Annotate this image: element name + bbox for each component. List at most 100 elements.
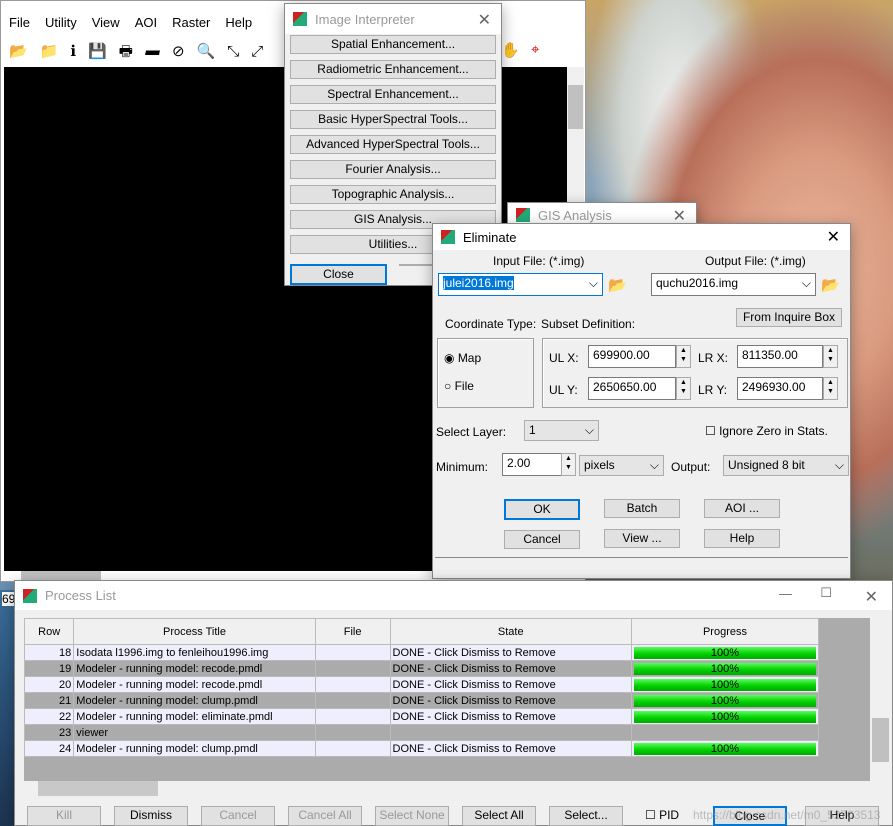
radio-map[interactable]: ◉ Map bbox=[444, 351, 481, 365]
ulx-spinner[interactable]: ▲ ▼ bbox=[676, 345, 691, 368]
lrx-spinner[interactable]: ▲ ▼ bbox=[823, 345, 838, 368]
lry-spinner[interactable]: ▲ ▼ bbox=[823, 377, 838, 400]
unit-dropdown[interactable]: pixels ⌵ bbox=[579, 455, 664, 476]
ulx-label: UL X: bbox=[549, 351, 579, 365]
cancel-button[interactable]: Cancel bbox=[504, 530, 580, 549]
output-file-combobox[interactable]: quchu2016.img ⌵ bbox=[651, 273, 816, 296]
menu-file[interactable]: File bbox=[9, 15, 30, 30]
chevron-down-icon: ⌵ bbox=[801, 276, 811, 290]
progress-bar: 100% bbox=[633, 646, 816, 659]
eraser-icon[interactable]: ▰ bbox=[145, 43, 172, 60]
menu-button-fourier-analysis[interactable]: Fourier Analysis... bbox=[290, 160, 496, 179]
menu-button-spatial-enhancement[interactable]: Spatial Enhancement... bbox=[290, 35, 496, 54]
menu-button-spectral-enhancement[interactable]: Spectral Enhancement... bbox=[290, 85, 496, 104]
cell-row: 20 bbox=[24, 676, 75, 693]
aoi-button[interactable]: AOI ... bbox=[704, 499, 780, 518]
pan-hand-icon[interactable]: ✋ bbox=[501, 41, 520, 59]
process-vertical-scrollbar[interactable] bbox=[872, 618, 889, 781]
minimum-field[interactable]: 2.00 bbox=[502, 453, 562, 476]
column-header-row[interactable]: Row bbox=[24, 618, 75, 645]
table-row[interactable]: 18 Isodata l1996.img to fenleihou1996.img… bbox=[24, 644, 820, 661]
zoom-icon[interactable]: 🔍 bbox=[197, 43, 228, 60]
dismiss-button[interactable]: Dismiss bbox=[114, 806, 188, 826]
no-rotate-icon[interactable]: ⊘ bbox=[172, 43, 197, 60]
lrx-field[interactable]: 811350.00 bbox=[737, 345, 823, 368]
table-row[interactable]: 20 Modeler - running model: recode.pmdl DO… bbox=[24, 676, 820, 693]
close-icon[interactable]: ✕ bbox=[865, 587, 878, 607]
cell-state bbox=[389, 724, 632, 741]
cancel-button[interactable]: Cancel bbox=[201, 806, 275, 826]
batch-button[interactable]: Batch bbox=[604, 499, 680, 518]
menu-button-topographic-analysis[interactable]: Topographic Analysis... bbox=[290, 185, 496, 204]
close-button[interactable]: Close bbox=[290, 264, 387, 285]
lry-field[interactable]: 2496930.00 bbox=[737, 377, 823, 400]
save-icon[interactable]: 💾 bbox=[88, 43, 119, 60]
help-button[interactable]: Help bbox=[704, 529, 780, 548]
select-none-button[interactable]: Select None bbox=[375, 806, 449, 826]
inquire-cursor-icon[interactable]: ⌖ bbox=[531, 41, 539, 58]
table-row[interactable]: 24 Modeler - running model: clump.pmdl DON… bbox=[24, 740, 820, 757]
cell-row: 23 bbox=[24, 724, 75, 741]
table-row[interactable]: 21 Modeler - running model: clump.pmdl DON… bbox=[24, 692, 820, 709]
maximize-icon[interactable]: ☐ bbox=[820, 585, 832, 601]
menu-aoi[interactable]: AOI bbox=[135, 15, 157, 30]
menu-button-basic-hyperspectral-tools[interactable]: Basic HyperSpectral Tools... bbox=[290, 110, 496, 129]
open-folder-icon[interactable]: 📂 bbox=[821, 276, 840, 294]
print-icon[interactable]: 🖶 bbox=[119, 43, 145, 60]
cell-row: 22 bbox=[24, 708, 75, 725]
eliminate-dialog: Eliminate ✕ Input File: (*.img) julei2016… bbox=[432, 223, 851, 579]
cell-row: 18 bbox=[24, 644, 75, 661]
uly-spinner[interactable]: ▲ ▼ bbox=[676, 377, 691, 400]
column-header-state[interactable]: State bbox=[389, 618, 632, 645]
table-row[interactable]: 19 Modeler - running model: recode.pmdl DO… bbox=[24, 660, 820, 677]
table-row[interactable]: 22 Modeler - running model: eliminate.pmd… bbox=[24, 708, 820, 725]
select-layer-label: Select Layer: bbox=[436, 425, 507, 439]
column-header-process-title[interactable]: Process Title bbox=[73, 618, 316, 645]
process-horizontal-scrollbar[interactable] bbox=[38, 781, 158, 796]
table-row[interactable]: 23 viewer bbox=[24, 724, 820, 741]
close-icon[interactable]: ✕ bbox=[478, 10, 491, 30]
cell-title: Modeler - running model: clump.pmdl bbox=[73, 740, 316, 757]
select-button[interactable]: Select... bbox=[549, 806, 623, 826]
kill-button[interactable]: Kill bbox=[27, 806, 101, 826]
ulx-field[interactable]: 699900.00 bbox=[588, 345, 676, 368]
cell-file bbox=[314, 676, 391, 693]
select-all-button[interactable]: Select All bbox=[462, 806, 536, 826]
cell-file bbox=[314, 708, 391, 725]
output-type-dropdown[interactable]: Unsigned 8 bit ⌵ bbox=[723, 455, 849, 476]
radio-file[interactable]: ○ File bbox=[444, 379, 474, 393]
minimum-spinner[interactable]: ▲ ▼ bbox=[561, 453, 576, 476]
coordinate-type-group: ◉ Map ○ File bbox=[437, 338, 534, 408]
column-header-progress[interactable]: Progress bbox=[630, 618, 820, 645]
uly-field[interactable]: 2650650.00 bbox=[588, 377, 676, 400]
menu-raster[interactable]: Raster bbox=[172, 15, 210, 30]
select-layer-dropdown[interactable]: 1 ⌵ bbox=[524, 420, 599, 441]
menu-button-radiometric-enhancement[interactable]: Radiometric Enhancement... bbox=[290, 60, 496, 79]
open-icon[interactable]: 📂 bbox=[9, 43, 40, 60]
close-icon[interactable]: ✕ bbox=[827, 227, 840, 247]
from-inquire-box-button[interactable]: From Inquire Box bbox=[736, 308, 842, 327]
chevron-down-icon: ⌵ bbox=[588, 276, 598, 290]
cell-title: viewer bbox=[73, 724, 316, 741]
menu-help[interactable]: Help bbox=[225, 15, 252, 30]
imagine-logo-icon bbox=[293, 12, 307, 26]
minimize-icon[interactable]: — bbox=[779, 586, 792, 601]
pid-checkbox[interactable]: ☐ PID bbox=[645, 808, 679, 822]
open-layer-icon[interactable]: 📁 bbox=[40, 43, 71, 60]
menu-button-advanced-hyperspectral-tools[interactable]: Advanced HyperSpectral Tools... bbox=[290, 135, 496, 154]
info-icon[interactable]: ℹ bbox=[70, 43, 88, 60]
ok-button[interactable]: OK bbox=[504, 499, 580, 520]
view-button[interactable]: View ... bbox=[604, 529, 680, 548]
menu-utility[interactable]: Utility bbox=[45, 15, 77, 30]
ignore-zero-checkbox[interactable]: ☐ Ignore Zero in Stats. bbox=[705, 424, 828, 438]
cell-row: 21 bbox=[24, 692, 75, 709]
menu-view[interactable]: View bbox=[92, 15, 120, 30]
input-file-combobox[interactable]: julei2016.img ⌵ bbox=[438, 273, 603, 296]
cell-progress: 100% bbox=[630, 740, 820, 757]
zoom-out-icon[interactable]: ⤢ bbox=[251, 43, 275, 60]
cell-file bbox=[314, 660, 391, 677]
column-header-file[interactable]: File bbox=[314, 618, 391, 645]
open-folder-icon[interactable]: 📂 bbox=[608, 276, 627, 294]
zoom-in-icon[interactable]: ⤡ bbox=[227, 43, 251, 60]
cancel-all-button[interactable]: Cancel All bbox=[288, 806, 362, 826]
